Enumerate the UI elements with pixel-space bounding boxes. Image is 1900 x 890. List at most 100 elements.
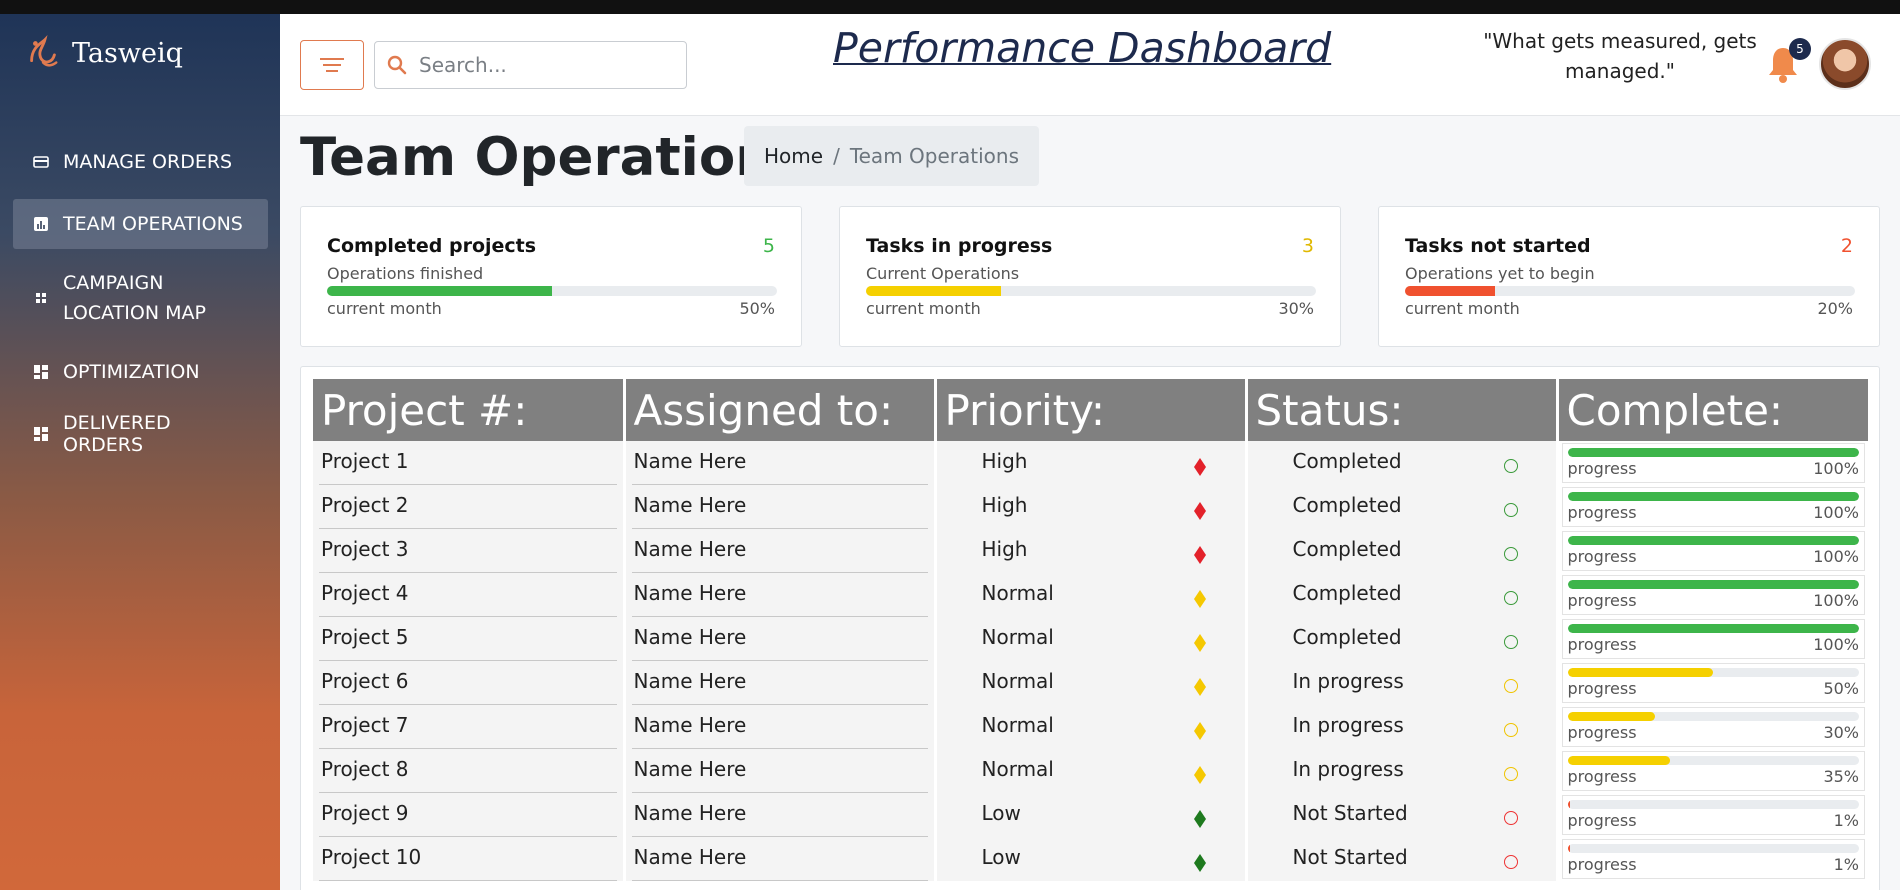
sidebar-item-delivered-orders[interactable]: DELIVERED ORDERS: [13, 409, 268, 459]
assignee-name: Name Here: [633, 449, 747, 473]
cell-project: Project 4: [313, 573, 626, 617]
status-circle-icon: [1503, 635, 1518, 649]
table-row[interactable]: Project 10 Name Here Low Not Started progres…: [313, 837, 1868, 881]
assignee-name: Name Here: [633, 581, 747, 605]
cell-priority: Normal: [935, 573, 1248, 617]
search-input[interactable]: [419, 53, 659, 77]
cell-status: Not Started: [1246, 837, 1559, 881]
card-title: Completed projects: [327, 235, 537, 257]
progress-fill: [1567, 756, 1670, 765]
column-header-complete[interactable]: Complete:: [1557, 379, 1868, 441]
hamburger-icon: [320, 58, 344, 72]
priority-label: Normal: [981, 713, 1054, 737]
status-label: Completed: [1292, 625, 1402, 649]
sidebar-item-team-operations[interactable]: TEAM OPERATIONS: [13, 199, 268, 249]
table-row[interactable]: Project 2 Name Here High Completed progress 1…: [313, 485, 1868, 529]
card-tasks-in-progress: Tasks in progress 3 Current Operations c…: [839, 206, 1341, 347]
column-header-priority[interactable]: Priority:: [935, 379, 1248, 441]
breadcrumb-home[interactable]: Home: [764, 144, 823, 168]
priority-label: Low: [981, 801, 1021, 825]
table-row[interactable]: Project 4 Name Here Normal Completed progres…: [313, 573, 1868, 617]
status-label: In progress: [1292, 669, 1404, 693]
search-icon: [387, 55, 407, 75]
priority-label: Normal: [981, 581, 1054, 605]
progress-box: progress 50%: [1561, 663, 1865, 703]
cell-project: Project 10: [313, 837, 626, 881]
sidebar-item-campaign-location-map[interactable]: CAMPAIGN LOCATION MAP: [13, 261, 268, 335]
progress-fill: [1567, 536, 1859, 545]
cell-project: Project 8: [313, 749, 626, 793]
card-percent: 30%: [1278, 299, 1314, 318]
cell-assignee: Name Here: [624, 529, 937, 573]
column-header-status[interactable]: Status:: [1246, 379, 1559, 441]
progress-fill: [1567, 624, 1859, 633]
dashboard-icon: [34, 365, 48, 379]
column-header-project[interactable]: Project #:: [313, 379, 626, 441]
cell-status: In progress: [1246, 705, 1559, 749]
projects-table-panel: Project #: Assigned to: Priority: Status…: [300, 366, 1880, 890]
status-label: Not Started: [1292, 801, 1408, 825]
assignee-name: Name Here: [633, 669, 747, 693]
cell-assignee: Name Here: [624, 441, 937, 485]
breadcrumb-current: Team Operations: [849, 144, 1019, 168]
menu-toggle-button[interactable]: [300, 40, 364, 90]
diamond-icon: [1193, 590, 1206, 608]
progress-bar: [1567, 580, 1859, 589]
assignee-name: Name Here: [633, 845, 747, 869]
cell-project: Project 1: [313, 441, 626, 485]
card-period: current month: [327, 299, 442, 318]
brand[interactable]: Tasweiq: [24, 34, 183, 72]
cell-priority: Normal: [935, 661, 1248, 705]
progress-percent: 1%: [1833, 855, 1859, 874]
cell-assignee: Name Here: [624, 661, 937, 705]
progress-box: progress 100%: [1561, 443, 1865, 483]
cell-status: Completed: [1246, 617, 1559, 661]
breadcrumb: Home / Team Operations: [744, 126, 1039, 186]
table-row[interactable]: Project 8 Name Here Normal In progress progr…: [313, 749, 1868, 793]
cell-status: Completed: [1246, 573, 1559, 617]
assignee-name: Name Here: [633, 757, 747, 781]
table-row[interactable]: Project 6 Name Here Normal In progress progr…: [313, 661, 1868, 705]
cell-assignee: Name Here: [624, 749, 937, 793]
column-header-assigned[interactable]: Assigned to:: [624, 379, 937, 441]
progress-percent: 30%: [1823, 723, 1859, 742]
search-box[interactable]: [374, 41, 687, 89]
table-row[interactable]: Project 9 Name Here Low Not Started progress…: [313, 793, 1868, 837]
progress-percent: 100%: [1813, 459, 1859, 478]
progress-label: progress: [1567, 591, 1637, 610]
assignee-name: Name Here: [633, 537, 747, 561]
breadcrumb-separator: /: [833, 144, 840, 168]
table-row[interactable]: Project 7 Name Here Normal In progress progr…: [313, 705, 1868, 749]
progress-bar: [1567, 800, 1859, 809]
card-progress-bar: [1405, 286, 1855, 296]
card-period: current month: [1405, 299, 1520, 318]
diamond-icon: [1193, 546, 1206, 564]
card-subtitle: Operations yet to begin: [1405, 264, 1595, 283]
dashboard-title[interactable]: Performance Dashboard: [833, 24, 1331, 72]
table-row[interactable]: Project 1 Name Here High Completed progress 1…: [313, 441, 1868, 485]
cell-project: Project 6: [313, 661, 626, 705]
page-title: Team Operations: [300, 127, 805, 188]
status-circle-icon: [1503, 723, 1518, 737]
progress-percent: 1%: [1833, 811, 1859, 830]
cell-complete: progress 30%: [1557, 705, 1868, 749]
card-completed-projects: Completed projects 5 Operations finished…: [300, 206, 802, 347]
status-circle-icon: [1503, 591, 1518, 605]
avatar[interactable]: [1819, 38, 1871, 90]
assignee-name: Name Here: [633, 801, 747, 825]
table-row[interactable]: Project 3 Name Here High Completed progress 1…: [313, 529, 1868, 573]
progress-bar: [1567, 536, 1859, 545]
cell-assignee: Name Here: [624, 705, 937, 749]
assignee-name: Name Here: [633, 625, 747, 649]
progress-bar: [1567, 668, 1859, 677]
table-header-row: Project #: Assigned to: Priority: Status…: [313, 379, 1868, 441]
card-progress-fill: [1405, 286, 1495, 296]
project-name: Project 6: [321, 669, 409, 693]
sidebar-item-manage-orders[interactable]: MANAGE ORDERS: [13, 137, 268, 187]
cell-priority: High: [935, 441, 1248, 485]
table-row[interactable]: Project 5 Name Here Normal Completed progres…: [313, 617, 1868, 661]
cell-complete: progress 50%: [1557, 661, 1868, 705]
card-title: Tasks in progress: [866, 235, 1053, 257]
sidebar-item-optimization[interactable]: OPTIMIZATION: [13, 347, 268, 397]
card-progress-fill: [327, 286, 552, 296]
